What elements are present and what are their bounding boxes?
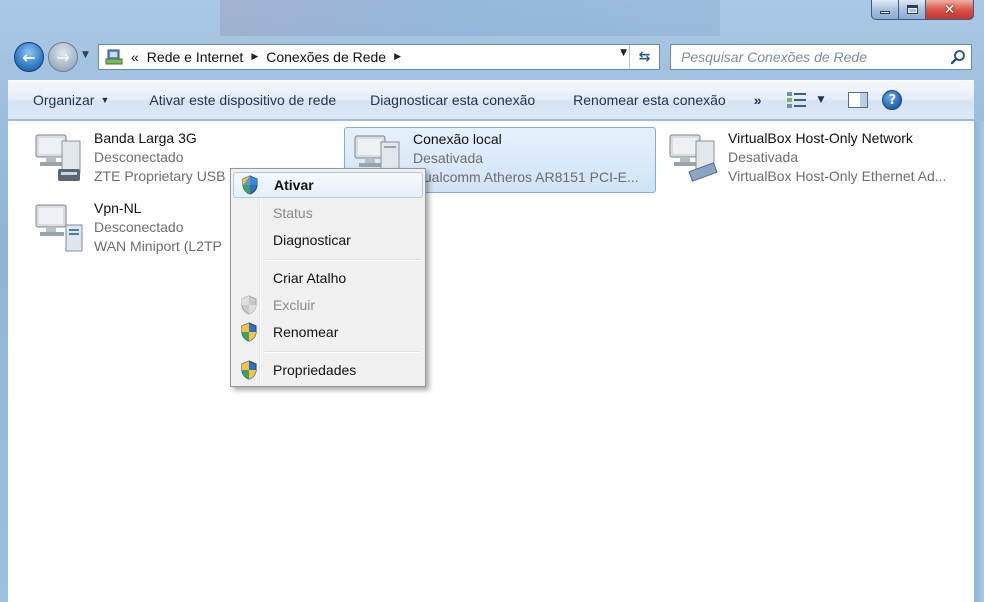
chevron-down-icon: ▼ — [100, 95, 110, 105]
menu-item-label: Ativar — [274, 177, 314, 193]
connection-device: VirtualBox Host-Only Ethernet Ad... — [728, 168, 947, 184]
connection-name: Banda Larga 3G — [94, 130, 197, 146]
menu-item-ativar[interactable]: Ativar — [233, 172, 423, 198]
breadcrumb-rede-internet[interactable]: Rede e Internet — [147, 49, 244, 65]
network-folder-icon — [105, 49, 123, 65]
minimize-button[interactable] — [871, 0, 899, 20]
uac-shield-icon — [235, 321, 263, 343]
search-box[interactable]: Pesquisar Conexões de Rede — [670, 44, 972, 70]
search-icon — [950, 50, 965, 65]
menu-item-renomear[interactable]: Renomear — [233, 319, 423, 345]
enable-device-button[interactable]: Ativar este dispositivo de rede — [137, 81, 348, 119]
rename-connection-button[interactable]: Renomear esta conexão — [547, 81, 738, 119]
menu-item-label: Criar Atalho — [273, 270, 347, 286]
maximize-button[interactable] — [899, 0, 926, 20]
search-input[interactable]: Pesquisar Conexões de Rede — [681, 49, 945, 65]
navigation-bar: ← → ▼ « Rede e Internet ▶ Conexões de Re… — [0, 38, 984, 76]
close-icon: ✕ — [943, 1, 956, 18]
window-right-border — [974, 121, 984, 602]
uac-shield-icon — [235, 294, 263, 316]
diagnose-connection-button[interactable]: Diagnosticar esta conexão — [348, 81, 547, 119]
address-dropdown-icon[interactable]: ▼ — [620, 48, 627, 58]
recent-pages-dropdown[interactable]: ▼ — [82, 50, 94, 64]
menu-separator — [265, 351, 421, 353]
virtual-adapter-icon — [669, 134, 718, 182]
connection-device: ZTE Proprietary USB — [94, 168, 226, 184]
connection-status: Desconectado — [94, 149, 184, 165]
forward-button[interactable]: → — [48, 42, 78, 72]
broadband-modem-icon — [35, 134, 81, 181]
maximize-icon — [906, 5, 918, 14]
uac-shield-icon — [235, 359, 263, 381]
search-button[interactable] — [945, 45, 971, 69]
caption-buttons: ✕ — [871, 0, 974, 24]
refresh-button[interactable]: ⇆ — [629, 45, 659, 69]
menu-item-label: Excluir — [273, 297, 316, 313]
chevron-down-icon: ▼ — [817, 95, 825, 105]
menu-item-excluir: Excluir — [233, 292, 423, 318]
menu-item-criar-atalho[interactable]: Criar Atalho — [233, 265, 423, 291]
menu-item-label: Renomear — [273, 324, 339, 340]
back-arrow-icon: ← — [22, 47, 36, 67]
connection-device: Qualcomm Atheros AR8151 PCI-E... — [413, 169, 639, 185]
connection-device: WAN Miniport (L2TP) — [94, 238, 222, 254]
menu-item-label: Propriedades — [273, 362, 357, 378]
more-commands-button[interactable]: » — [738, 81, 776, 119]
connection-name: VirtualBox Host-Only Network — [728, 130, 913, 146]
menu-item-label: Status — [273, 205, 313, 221]
organize-label: Organizar — [33, 92, 95, 108]
connections-list: Banda Larga 3G Desconectado ZTE Propriet… — [8, 121, 974, 602]
preview-pane-icon[interactable] — [848, 92, 869, 108]
forward-arrow-icon: → — [56, 47, 70, 67]
breadcrumb-separator-icon[interactable]: ▶ — [251, 52, 258, 62]
breadcrumb-overflow[interactable]: « — [131, 49, 139, 65]
connection-status: Desativada — [413, 150, 484, 166]
connection-status: Desconectado — [94, 219, 184, 235]
menu-separator — [265, 259, 421, 261]
menu-item-label: Diagnosticar — [273, 232, 351, 248]
view-details-icon — [786, 92, 806, 108]
address-bar[interactable]: « Rede e Internet ▶ Conexões de Rede ▶ ▼… — [98, 44, 660, 70]
connection-name: Vpn-NL — [94, 200, 142, 216]
back-button[interactable]: ← — [14, 42, 44, 72]
breadcrumb-conexoes-rede[interactable]: Conexões de Rede — [266, 49, 386, 65]
organize-menu[interactable]: Organizar ▼ — [8, 81, 137, 119]
close-button[interactable]: ✕ — [926, 0, 974, 20]
minimize-icon — [880, 11, 890, 14]
connection-item[interactable]: VirtualBox Host-Only Network Desativada … — [664, 129, 970, 191]
refresh-icon: ⇆ — [638, 49, 651, 65]
connection-name: Conexão local — [413, 131, 502, 147]
change-view-button[interactable]: ▼ — [776, 91, 835, 109]
menu-item-propriedades[interactable]: Propriedades — [233, 357, 423, 383]
connection-status: Desativada — [728, 149, 799, 165]
command-bar: Organizar ▼ Ativar este dispositivo de r… — [8, 80, 974, 120]
vpn-computer-icon — [35, 204, 83, 252]
context-menu: Ativar Status Diagnosticar Criar Atalho … — [230, 168, 426, 387]
uac-shield-icon — [236, 174, 264, 196]
breadcrumb-separator-icon[interactable]: ▶ — [394, 52, 401, 62]
connection-item[interactable]: Vpn-NL Desconectado WAN Miniport (L2TP) — [30, 199, 230, 261]
menu-item-diagnosticar[interactable]: Diagnosticar — [233, 227, 423, 253]
help-icon[interactable]: ? — [882, 90, 903, 110]
menu-item-status: Status — [233, 200, 423, 226]
